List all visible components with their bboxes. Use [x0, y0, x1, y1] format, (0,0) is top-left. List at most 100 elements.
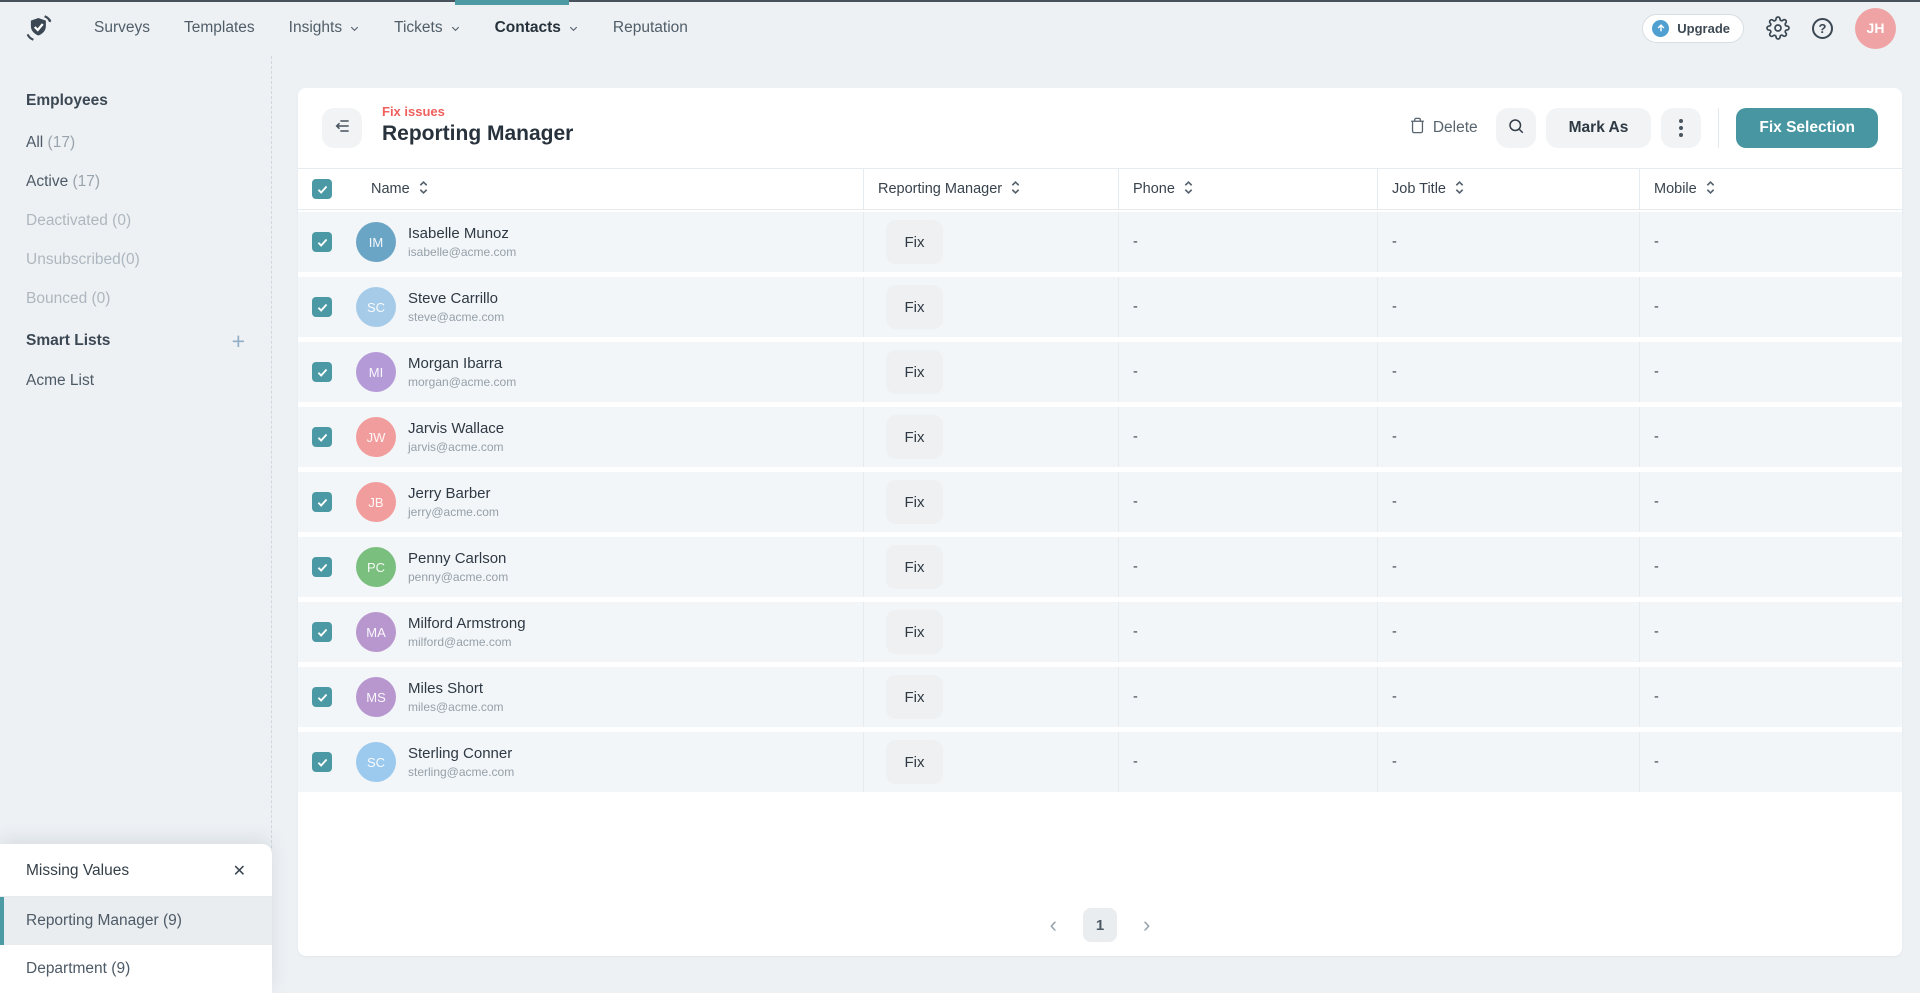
avatar: MA	[356, 612, 396, 652]
avatar: MS	[356, 677, 396, 717]
reporting-manager-cell: Fix	[863, 732, 1118, 792]
table-row[interactable]: JW Jarvis Wallace jarvis@acme.com Fix - …	[298, 407, 1902, 467]
table-header: Name Reporting Manager Phone Job Title M…	[298, 168, 1902, 210]
settings-gear-icon[interactable]	[1766, 16, 1790, 40]
user-avatar[interactable]: JH	[1855, 8, 1896, 49]
column-label[interactable]: Mobile	[1654, 181, 1697, 197]
sidebar-item-bounced[interactable]: Bounced (0)	[26, 290, 245, 308]
table-header-reporting-manager: Reporting Manager	[863, 169, 1118, 209]
name-cell: MS Miles Short miles@acme.com	[298, 667, 863, 727]
phone-cell: -	[1118, 472, 1377, 532]
nav-item-contacts[interactable]: Contacts	[495, 19, 579, 37]
reporting-manager-cell: Fix	[863, 212, 1118, 272]
sidebar-item-all[interactable]: All (17)	[26, 134, 245, 152]
fix-button[interactable]: Fix	[886, 480, 943, 524]
next-page-icon[interactable]: ›	[1143, 914, 1150, 936]
missing-values-item[interactable]: Reporting Manager (9)	[0, 897, 272, 945]
row-checkbox[interactable]	[312, 427, 332, 447]
contact-name: Isabelle Munoz	[408, 225, 516, 242]
window-top-edge	[0, 0, 1920, 2]
mark-as-button[interactable]: Mark As	[1546, 108, 1652, 148]
row-checkbox[interactable]	[312, 557, 332, 577]
contact-name: Milford Armstrong	[408, 615, 526, 632]
reporting-manager-cell: Fix	[863, 342, 1118, 402]
row-checkbox[interactable]	[312, 362, 332, 382]
row-checkbox[interactable]	[312, 752, 332, 772]
fix-button[interactable]: Fix	[886, 545, 943, 589]
fix-button[interactable]: Fix	[886, 220, 943, 264]
sort-icon[interactable]	[1706, 180, 1715, 199]
contact-name: Morgan Ibarra	[408, 355, 516, 372]
table-row[interactable]: MS Miles Short miles@acme.com Fix - - -	[298, 667, 1902, 727]
current-page-button[interactable]: 1	[1083, 908, 1117, 942]
sidebar-item-deactivated[interactable]: Deactivated (0)	[26, 212, 245, 230]
add-smart-list-icon[interactable]: +	[232, 332, 245, 350]
column-label[interactable]: Job Title	[1392, 181, 1446, 197]
table-row[interactable]: PC Penny Carlson penny@acme.com Fix - - …	[298, 537, 1902, 597]
phone-cell: -	[1118, 732, 1377, 792]
nav-item-reputation[interactable]: Reputation	[613, 19, 688, 37]
help-icon[interactable]: ?	[1812, 18, 1833, 39]
collapse-list-button[interactable]	[322, 108, 362, 148]
nav-item-surveys[interactable]: Surveys	[94, 19, 150, 37]
reporting-manager-cell: Fix	[863, 472, 1118, 532]
mobile-cell: -	[1639, 537, 1902, 597]
contact-name: Penny Carlson	[408, 550, 508, 567]
column-label[interactable]: Phone	[1133, 181, 1175, 197]
row-checkbox[interactable]	[312, 297, 332, 317]
search-button[interactable]	[1496, 108, 1536, 148]
row-checkbox[interactable]	[312, 622, 332, 642]
close-icon[interactable]: ✕	[229, 859, 250, 883]
smart-lists-title: Smart Lists	[26, 332, 110, 350]
app-logo-icon[interactable]	[24, 13, 54, 43]
trash-icon	[1409, 117, 1426, 139]
table-row[interactable]: SC Steve Carrillo steve@acme.com Fix - -…	[298, 277, 1902, 337]
nav-item-templates[interactable]: Templates	[184, 19, 255, 37]
column-label[interactable]: Reporting Manager	[878, 181, 1002, 197]
fix-button[interactable]: Fix	[886, 415, 943, 459]
sort-icon[interactable]	[1011, 180, 1020, 199]
row-checkbox[interactable]	[312, 687, 332, 707]
smart-list-item[interactable]: Acme List	[26, 372, 245, 390]
sort-icon[interactable]	[1455, 180, 1464, 199]
fix-button[interactable]: Fix	[886, 610, 943, 654]
missing-values-header: Missing Values ✕	[0, 844, 272, 897]
sidebar-item-active[interactable]: Active (17)	[26, 173, 245, 191]
fix-button[interactable]: Fix	[886, 285, 943, 329]
name-cell: SC Sterling Conner sterling@acme.com	[298, 732, 863, 792]
more-options-button[interactable]	[1661, 108, 1701, 148]
mobile-cell: -	[1639, 407, 1902, 467]
table-row[interactable]: MI Morgan Ibarra morgan@acme.com Fix - -…	[298, 342, 1902, 402]
fix-button[interactable]: Fix	[886, 675, 943, 719]
table-row[interactable]: SC Sterling Conner sterling@acme.com Fix…	[298, 732, 1902, 792]
kebab-icon	[1679, 119, 1683, 137]
pagination: ‹ 1 ›	[298, 908, 1902, 942]
avatar: SC	[356, 287, 396, 327]
smart-lists: Acme List	[26, 372, 245, 390]
table-row[interactable]: JB Jerry Barber jerry@acme.com Fix - - -	[298, 472, 1902, 532]
delete-button[interactable]: Delete	[1409, 117, 1478, 139]
table-row[interactable]: IM Isabelle Munoz isabelle@acme.com Fix …	[298, 212, 1902, 272]
upgrade-button[interactable]: Upgrade	[1642, 14, 1744, 43]
fix-button[interactable]: Fix	[886, 740, 943, 784]
nav-item-tickets[interactable]: Tickets	[394, 19, 461, 37]
missing-values-title: Missing Values	[26, 862, 129, 880]
contact-email: penny@acme.com	[408, 570, 508, 584]
row-checkbox[interactable]	[312, 492, 332, 512]
nav-item-insights[interactable]: Insights	[289, 19, 360, 37]
previous-page-icon[interactable]: ‹	[1050, 914, 1057, 936]
active-tab-indicator	[455, 0, 569, 5]
column-label[interactable]: Name	[371, 181, 410, 197]
fix-selection-button[interactable]: Fix Selection	[1736, 108, 1878, 148]
upgrade-arrow-icon	[1652, 20, 1669, 37]
select-all-checkbox[interactable]	[312, 179, 332, 199]
sort-icon[interactable]	[1184, 180, 1193, 199]
table-row[interactable]: MA Milford Armstrong milford@acme.com Fi…	[298, 602, 1902, 662]
sidebar-item-unsubscribed[interactable]: Unsubscribed(0)	[26, 251, 245, 269]
missing-values-item[interactable]: Department (9)	[0, 945, 272, 993]
sort-icon[interactable]	[419, 180, 428, 199]
job-title-cell: -	[1377, 732, 1639, 792]
row-checkbox[interactable]	[312, 232, 332, 252]
mobile-cell: -	[1639, 472, 1902, 532]
fix-button[interactable]: Fix	[886, 350, 943, 394]
